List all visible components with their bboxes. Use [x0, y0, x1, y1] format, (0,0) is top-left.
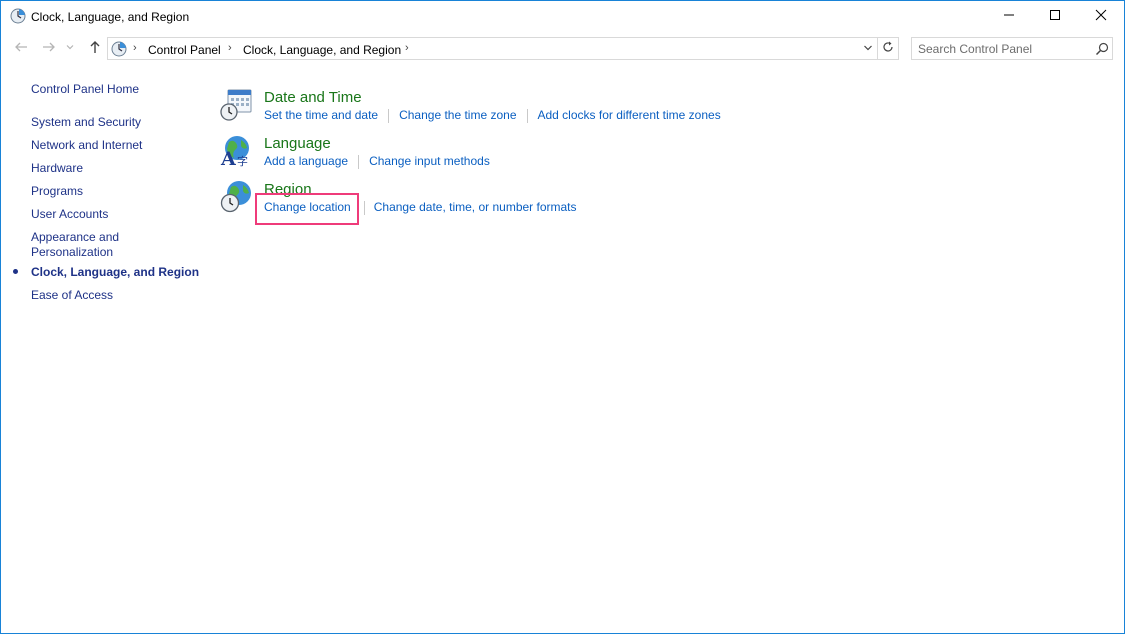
window-title: Clock, Language, and Region — [31, 10, 190, 24]
recent-locations-button[interactable] — [63, 38, 77, 58]
region-links: Change location Change date, time, or nu… — [255, 193, 577, 225]
control-panel-window: Clock, Language, and Region › Control Pa… — [0, 0, 1125, 634]
category-title-date-and-time[interactable]: Date and Time — [264, 89, 362, 106]
address-history-dropdown[interactable] — [858, 38, 878, 59]
breadcrumb-control-panel[interactable]: Control Panel — [148, 43, 221, 57]
link-divider — [526, 108, 528, 123]
calendar-clock-icon — [219, 88, 253, 122]
breadcrumb-separator[interactable]: › — [405, 42, 409, 54]
close-icon — [1095, 9, 1107, 24]
arrow-up-icon — [87, 39, 103, 58]
breadcrumb-separator[interactable]: › — [228, 42, 232, 54]
link-change-formats[interactable]: Change date, time, or number formats — [374, 200, 577, 215]
chevron-down-icon — [65, 41, 75, 55]
breadcrumb-clock-language-region[interactable]: Clock, Language, and Region — [243, 43, 401, 57]
language-globe-icon: A 字 — [219, 134, 253, 170]
link-add-clocks[interactable]: Add clocks for different time zones — [538, 108, 721, 123]
close-button[interactable] — [1078, 1, 1124, 32]
link-change-location[interactable]: Change location — [255, 193, 359, 225]
back-button[interactable] — [11, 38, 31, 58]
clock-globe-icon — [10, 8, 26, 24]
highlight-box — [255, 193, 359, 225]
sidebar-item-appearance-and-personalization[interactable]: Appearance and Personalization — [31, 230, 141, 260]
title-bar: Clock, Language, and Region — [1, 1, 1124, 32]
sidebar-item-system-and-security[interactable]: System and Security — [31, 115, 141, 130]
link-add-language[interactable]: Add a language — [264, 154, 348, 169]
minimize-icon — [1003, 9, 1015, 24]
minimize-button[interactable] — [986, 1, 1032, 32]
maximize-button[interactable] — [1032, 1, 1078, 32]
svg-text:字: 字 — [237, 154, 248, 168]
sidebar-item-clock-language-region[interactable]: Clock, Language, and Region — [31, 265, 199, 280]
sidebar-item-control-panel-home[interactable]: Control Panel Home — [31, 82, 139, 97]
active-item-bullet — [13, 269, 18, 274]
search-box[interactable] — [911, 37, 1113, 60]
region-globe-clock-icon — [219, 180, 253, 214]
forward-button[interactable] — [39, 38, 59, 58]
arrow-left-icon — [13, 39, 29, 58]
refresh-button[interactable] — [878, 37, 899, 60]
chevron-down-icon — [863, 42, 873, 56]
arrow-right-icon — [41, 39, 57, 58]
sidebar-item-network-and-internet[interactable]: Network and Internet — [31, 138, 142, 153]
refresh-icon — [882, 41, 894, 56]
clock-globe-icon — [111, 41, 127, 57]
sidebar-item-ease-of-access[interactable]: Ease of Access — [31, 288, 113, 303]
search-input[interactable] — [918, 41, 1088, 56]
svg-text:A: A — [220, 148, 236, 168]
category-title-language[interactable]: Language — [264, 135, 331, 152]
link-divider — [358, 154, 360, 169]
link-divider — [363, 200, 365, 215]
maximize-icon — [1049, 9, 1061, 24]
language-links: Add a language Change input methods — [264, 154, 490, 169]
navigation-bar: › Control Panel › Clock, Language, and R… — [1, 34, 1124, 62]
sidebar-item-hardware[interactable]: Hardware — [31, 161, 83, 176]
sidebar-item-user-accounts[interactable]: User Accounts — [31, 207, 108, 222]
sidebar-item-programs[interactable]: Programs — [31, 184, 83, 199]
breadcrumb-separator[interactable]: › — [133, 42, 137, 54]
search-icon[interactable] — [1094, 41, 1110, 57]
link-divider — [388, 108, 390, 123]
address-bar[interactable]: › Control Panel › Clock, Language, and R… — [107, 37, 878, 60]
link-set-time-and-date[interactable]: Set the time and date — [264, 108, 378, 123]
up-button[interactable] — [85, 38, 105, 58]
link-change-input-methods[interactable]: Change input methods — [369, 154, 490, 169]
date-and-time-links: Set the time and date Change the time zo… — [264, 108, 721, 123]
link-change-time-zone[interactable]: Change the time zone — [399, 108, 516, 123]
